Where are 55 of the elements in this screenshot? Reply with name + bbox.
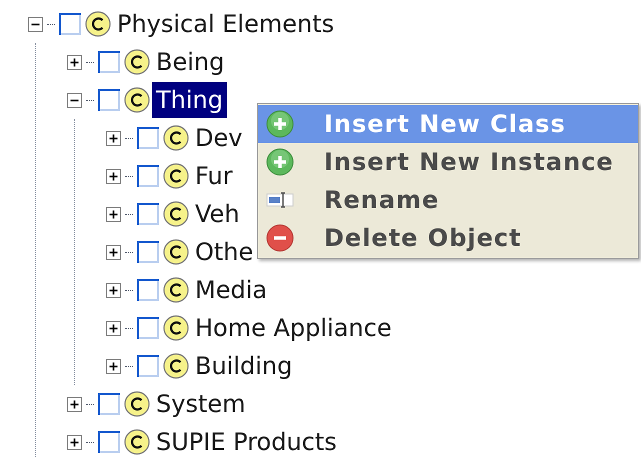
expand-icon[interactable] [106,130,121,146]
checkbox[interactable] [59,13,81,35]
class-icon [124,391,150,417]
class-icon [163,125,189,151]
class-icon [163,201,189,227]
class-icon [163,353,189,379]
expand-icon[interactable] [106,168,121,184]
menu-item[interactable]: Insert New Instance [258,143,638,181]
minus-icon [266,224,294,252]
checkbox[interactable] [137,165,159,187]
tree-item[interactable]: SUPIE Products [152,424,341,457]
expand-icon[interactable] [106,320,121,336]
checkbox[interactable] [98,51,120,73]
tree-item[interactable]: Thing [152,82,227,118]
menu-item[interactable]: Delete Object [258,219,638,257]
checkbox[interactable] [137,127,159,149]
tree-item[interactable]: Veh [191,196,244,232]
class-icon [163,163,189,189]
checkbox[interactable] [98,393,120,415]
expand-icon[interactable] [106,358,121,374]
checkbox[interactable] [137,203,159,225]
menu-item[interactable]: Rename [258,181,638,219]
tree-item[interactable]: Being [152,44,228,80]
collapse-icon[interactable] [67,92,82,108]
tree-item[interactable]: Fur [191,158,237,194]
plus-icon [266,148,294,176]
checkbox[interactable] [98,431,120,453]
tree-item[interactable]: Othe [191,234,258,270]
expand-icon[interactable] [106,282,121,298]
checkbox[interactable] [137,317,159,339]
class-icon [124,429,150,455]
tree-item[interactable]: Physical Elements [113,6,338,42]
expand-icon[interactable] [67,396,82,412]
class-icon [163,315,189,341]
class-icon [163,277,189,303]
checkbox[interactable] [137,279,159,301]
tree-item[interactable]: Home Appliance [191,310,396,346]
tree-item[interactable]: Building [191,348,296,384]
plus-icon [266,110,294,138]
tree-item[interactable]: Media [191,272,272,308]
expand-icon[interactable] [106,244,121,260]
class-icon [85,11,111,37]
class-icon [124,49,150,75]
class-icon [124,87,150,113]
class-icon [163,239,189,265]
expand-icon[interactable] [67,54,82,70]
tree-item[interactable]: System [152,386,250,422]
expand-icon[interactable] [67,434,82,450]
checkbox[interactable] [137,355,159,377]
collapse-icon[interactable] [28,16,43,32]
rename-icon [266,190,294,210]
expand-icon[interactable] [106,206,121,222]
checkbox[interactable] [137,241,159,263]
tree-item[interactable]: Dev [191,120,246,156]
checkbox[interactable] [98,89,120,111]
